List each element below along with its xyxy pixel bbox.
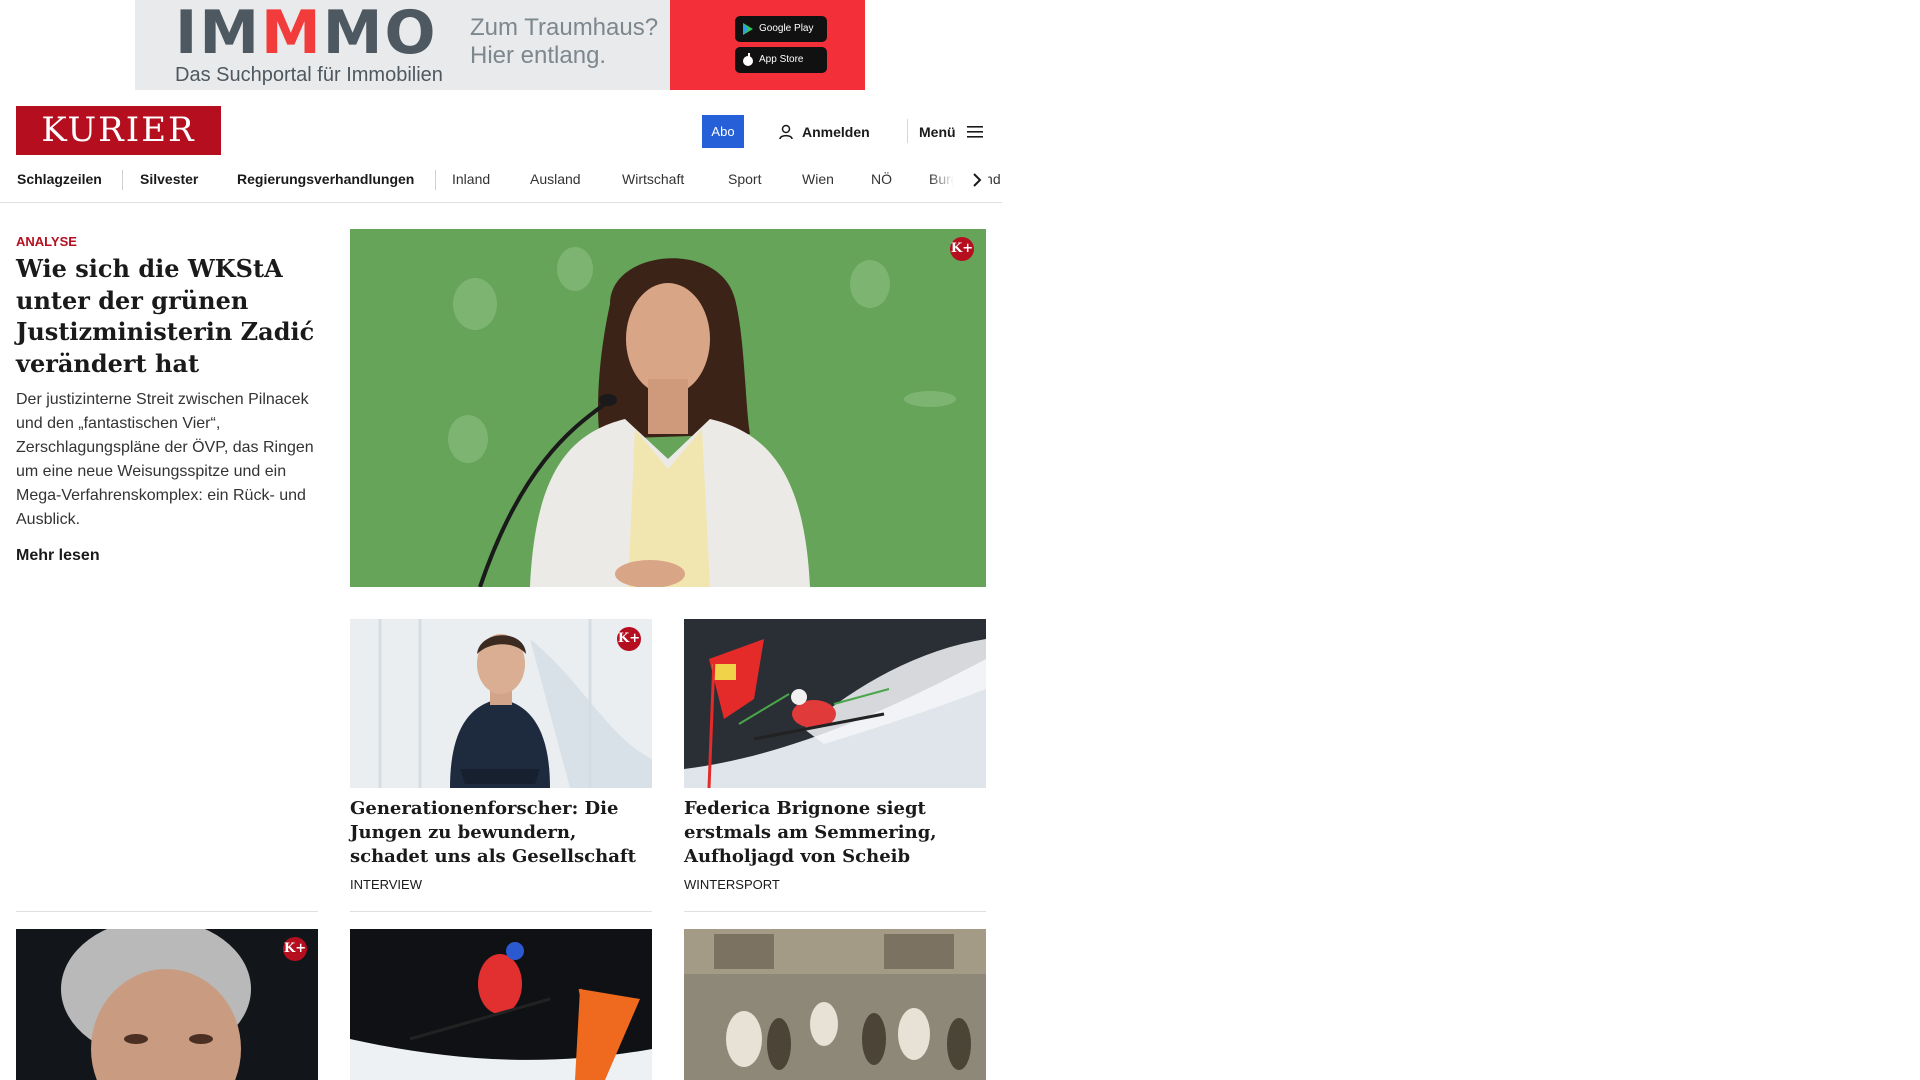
ad-claim: Zum Traumhaus? Hier entlang.	[470, 14, 659, 69]
google-play-badge[interactable]: Google Play	[735, 16, 827, 42]
lead-photo	[350, 229, 986, 587]
lead-teaser: Der justizinterne Streit zwischen Pilnac…	[16, 391, 314, 528]
kurier-plus-badge: K+	[617, 627, 641, 651]
hamburger-icon	[966, 125, 983, 138]
nav-scroll-right-button[interactable]	[966, 167, 988, 193]
card-category[interactable]: WINTERSPORT	[684, 877, 780, 892]
bottom-card-image-painting[interactable]	[684, 929, 986, 1080]
section-divider	[350, 911, 652, 912]
card-headline[interactable]: Generationenforscher: Die Jungen zu bewu…	[350, 797, 652, 869]
interview-photo	[350, 619, 652, 788]
apple-icon	[743, 53, 753, 66]
lead-image[interactable]: K+	[350, 229, 986, 587]
nav-item-schlagzeilen[interactable]: Schlagzeilen	[17, 163, 102, 203]
abo-button[interactable]: Abo	[702, 115, 744, 148]
nav-item-wien[interactable]: Wien	[802, 163, 834, 203]
card-image-interview[interactable]: K+	[350, 619, 652, 788]
ad-store-panel: Google Play App Store	[670, 0, 865, 90]
ad-brand-logo: IMMMO	[175, 0, 438, 68]
menu-button[interactable]: Menü	[919, 115, 984, 148]
main-navigation: Schlagzeilen Silvester Regierungsverhand…	[0, 163, 1002, 203]
read-more-link[interactable]: Mehr lesen	[16, 547, 100, 565]
play-icon	[743, 23, 753, 35]
nav-item-regierungsverhandlungen[interactable]: Regierungsverhandlungen	[237, 163, 414, 203]
card-image-wintersport[interactable]	[684, 619, 986, 788]
ad-tagline: Das Suchportal für Immobilien	[175, 64, 443, 86]
nav-divider	[122, 170, 123, 190]
downhill-photo	[350, 929, 652, 1080]
nav-item-noe[interactable]: NÖ	[871, 163, 892, 203]
section-divider	[16, 911, 318, 912]
portrait-photo	[16, 929, 318, 1080]
kurier-plus-badge: K+	[950, 237, 974, 261]
nav-fade-overlay	[930, 163, 970, 201]
nav-item-silvester[interactable]: Silvester	[140, 163, 198, 203]
nav-item-wirtschaft[interactable]: Wirtschaft	[622, 163, 684, 203]
nav-item-inland[interactable]: Inland	[452, 163, 490, 203]
nav-item-sport[interactable]: Sport	[728, 163, 761, 203]
lead-headline[interactable]: Wie sich die WKStA unter der grünen Just…	[16, 253, 316, 379]
login-button[interactable]: Anmelden	[778, 115, 870, 148]
skiing-photo	[684, 619, 986, 788]
card-headline[interactable]: Federica Brignone siegt erstmals am Semm…	[684, 797, 986, 869]
lead-kicker: ANALYSE	[16, 234, 77, 249]
kurier-logo[interactable]: KURIER	[16, 106, 221, 155]
chevron-right-icon	[973, 173, 982, 187]
painting-photo	[684, 929, 986, 1080]
card-category[interactable]: INTERVIEW	[350, 877, 422, 892]
user-icon	[779, 124, 793, 139]
section-divider	[684, 911, 986, 912]
header-divider	[907, 119, 908, 143]
bottom-card-image-portrait[interactable]: K+	[16, 929, 318, 1080]
nav-divider	[435, 170, 436, 190]
app-store-badge[interactable]: App Store	[735, 47, 827, 73]
ad-banner[interactable]: IMMMO Das Suchportal für Immobilien Zum …	[135, 0, 865, 90]
kurier-plus-badge: K+	[283, 937, 307, 961]
nav-item-ausland[interactable]: Ausland	[530, 163, 581, 203]
bottom-card-image-downhill[interactable]	[350, 929, 652, 1080]
